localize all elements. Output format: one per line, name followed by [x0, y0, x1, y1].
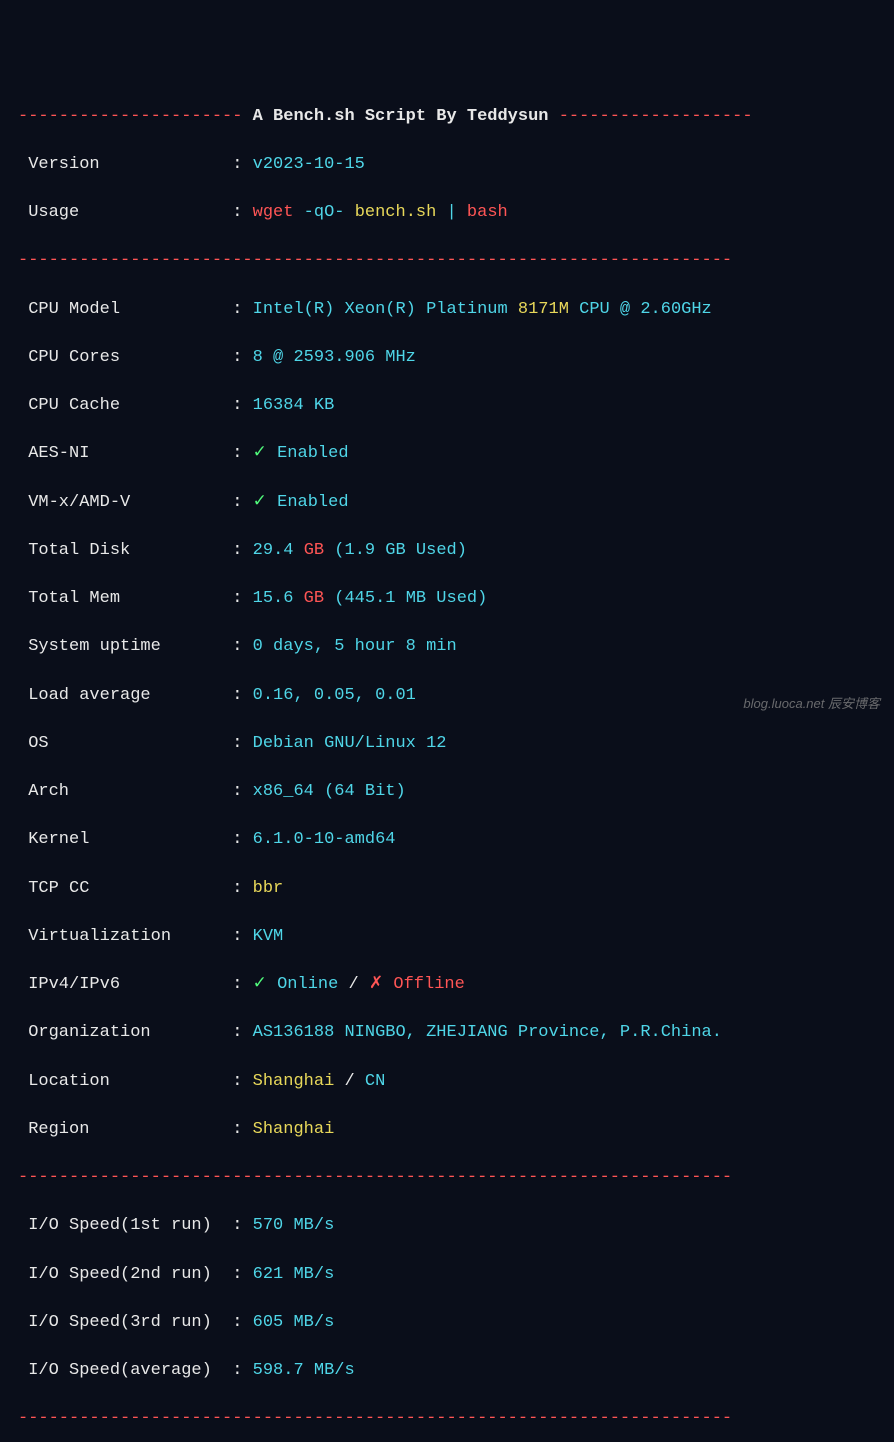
x-icon: ✗ — [369, 975, 383, 994]
region-line: Region : Shanghai — [18, 1118, 876, 1142]
uptime-line: System uptime : 0 days, 5 hour 8 min — [18, 635, 876, 659]
io-run1-line: I/O Speed(1st run) : 570 MB/s — [18, 1214, 876, 1238]
tcpcc-line: TCP CC : bbr — [18, 877, 876, 901]
header-line: ---------------------- A Bench.sh Script… — [18, 105, 876, 129]
cpu-cores-line: CPU Cores : 8 @ 2593.906 MHz — [18, 346, 876, 370]
mem-line: Total Mem : 15.6 GB (445.1 MB Used) — [18, 587, 876, 611]
check-icon: ✓ — [253, 493, 267, 512]
cpu-cache-line: CPU Cache : 16384 KB — [18, 394, 876, 418]
io-run3-line: I/O Speed(3rd run) : 605 MB/s — [18, 1311, 876, 1335]
divider: ----------------------------------------… — [18, 249, 876, 273]
vmx-line: VM-x/AMD-V : ✓ Enabled — [18, 491, 876, 515]
aesni-line: AES-NI : ✓ Enabled — [18, 442, 876, 466]
ipv-line: IPv4/IPv6 : ✓ Online / ✗ Offline — [18, 973, 876, 997]
virt-line: Virtualization : KVM — [18, 925, 876, 949]
watermark: blog.luoca.net 辰安博客 — [743, 695, 880, 713]
usage-line: Usage : wget -qO- bench.sh | bash — [18, 201, 876, 225]
os-line: OS : Debian GNU/Linux 12 — [18, 732, 876, 756]
io-avg-line: I/O Speed(average) : 598.7 MB/s — [18, 1359, 876, 1383]
io-run2-line: I/O Speed(2nd run) : 621 MB/s — [18, 1263, 876, 1287]
org-line: Organization : AS136188 NINGBO, ZHEJIANG… — [18, 1021, 876, 1045]
cpu-model-line: CPU Model : Intel(R) Xeon(R) Platinum 81… — [18, 298, 876, 322]
check-icon: ✓ — [253, 444, 267, 463]
divider: ----------------------------------------… — [18, 1407, 876, 1431]
disk-line: Total Disk : 29.4 GB (1.9 GB Used) — [18, 539, 876, 563]
version-line: Version : v2023-10-15 — [18, 153, 876, 177]
check-icon: ✓ — [253, 975, 267, 994]
kernel-line: Kernel : 6.1.0-10-amd64 — [18, 828, 876, 852]
arch-line: Arch : x86_64 (64 Bit) — [18, 780, 876, 804]
divider: ----------------------------------------… — [18, 1166, 876, 1190]
loc-line: Location : Shanghai / CN — [18, 1070, 876, 1094]
